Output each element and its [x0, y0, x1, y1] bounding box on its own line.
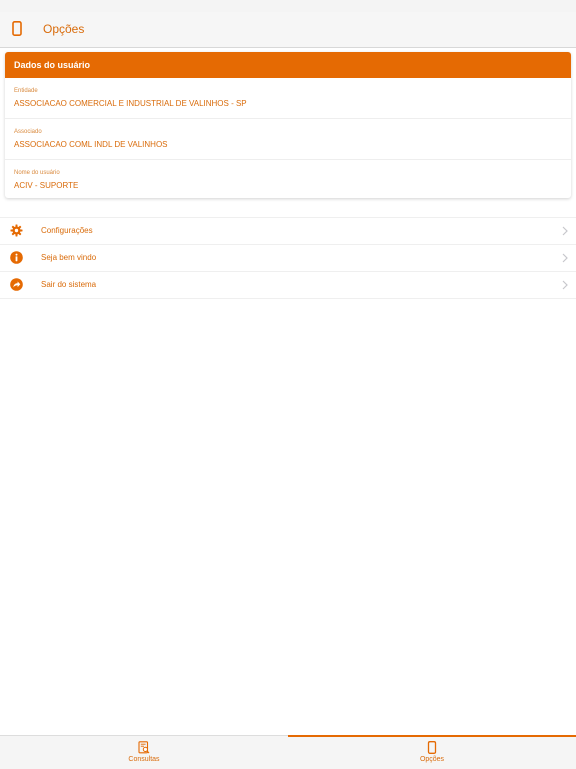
- phone-icon: [12, 21, 22, 36]
- logout-icon: [10, 278, 23, 291]
- chevron-right-icon: [562, 253, 568, 263]
- field-value: ACIV - SUPORTE: [14, 181, 79, 190]
- tab-bar: Consultas Opções: [0, 735, 576, 769]
- field-value: ASSOCIACAO COML INDL DE VALINHOS: [14, 140, 168, 149]
- search-document-icon: [138, 741, 150, 754]
- field-nome-usuario: Nome do usuário ACIV - SUPORTE: [5, 160, 571, 198]
- field-label: Entidade: [14, 88, 38, 94]
- field-associado: Associado ASSOCIACAO COML INDL DE VALINH…: [5, 119, 571, 160]
- options-menu: Configurações Seja bem vindo Sair do sis…: [0, 217, 576, 299]
- tab-label: Consultas: [128, 756, 160, 763]
- field-value: ASSOCIACAO COMERCIAL E INDUSTRIAL DE VAL…: [14, 99, 247, 108]
- menu-item-configuracoes[interactable]: Configurações: [0, 218, 576, 245]
- phone-icon: [427, 741, 437, 754]
- tab-opcoes[interactable]: Opções: [288, 735, 576, 769]
- chevron-right-icon: [562, 280, 568, 290]
- menu-item-seja-bem-vindo[interactable]: Seja bem vindo: [0, 245, 576, 272]
- gear-icon: [10, 224, 23, 237]
- menu-item-label: Configurações: [41, 226, 93, 235]
- tab-consultas[interactable]: Consultas: [0, 736, 288, 769]
- card-header: Dados do usuário: [5, 52, 571, 78]
- menu-item-sair-do-sistema[interactable]: Sair do sistema: [0, 272, 576, 299]
- menu-item-label: Sair do sistema: [41, 280, 97, 289]
- field-label: Nome do usuário: [14, 170, 60, 176]
- page-title: Opções: [43, 22, 85, 36]
- menu-item-label: Seja bem vindo: [41, 253, 97, 262]
- navigation-bar: Opções: [0, 12, 576, 48]
- user-data-card: Dados do usuário Entidade ASSOCIACAO COM…: [5, 52, 571, 198]
- info-icon: [10, 251, 23, 264]
- field-entidade: Entidade ASSOCIACAO COMERCIAL E INDUSTRI…: [5, 78, 571, 119]
- chevron-right-icon: [562, 226, 568, 236]
- status-bar: [0, 0, 576, 12]
- tab-label: Opções: [419, 756, 445, 763]
- field-label: Associado: [14, 129, 42, 135]
